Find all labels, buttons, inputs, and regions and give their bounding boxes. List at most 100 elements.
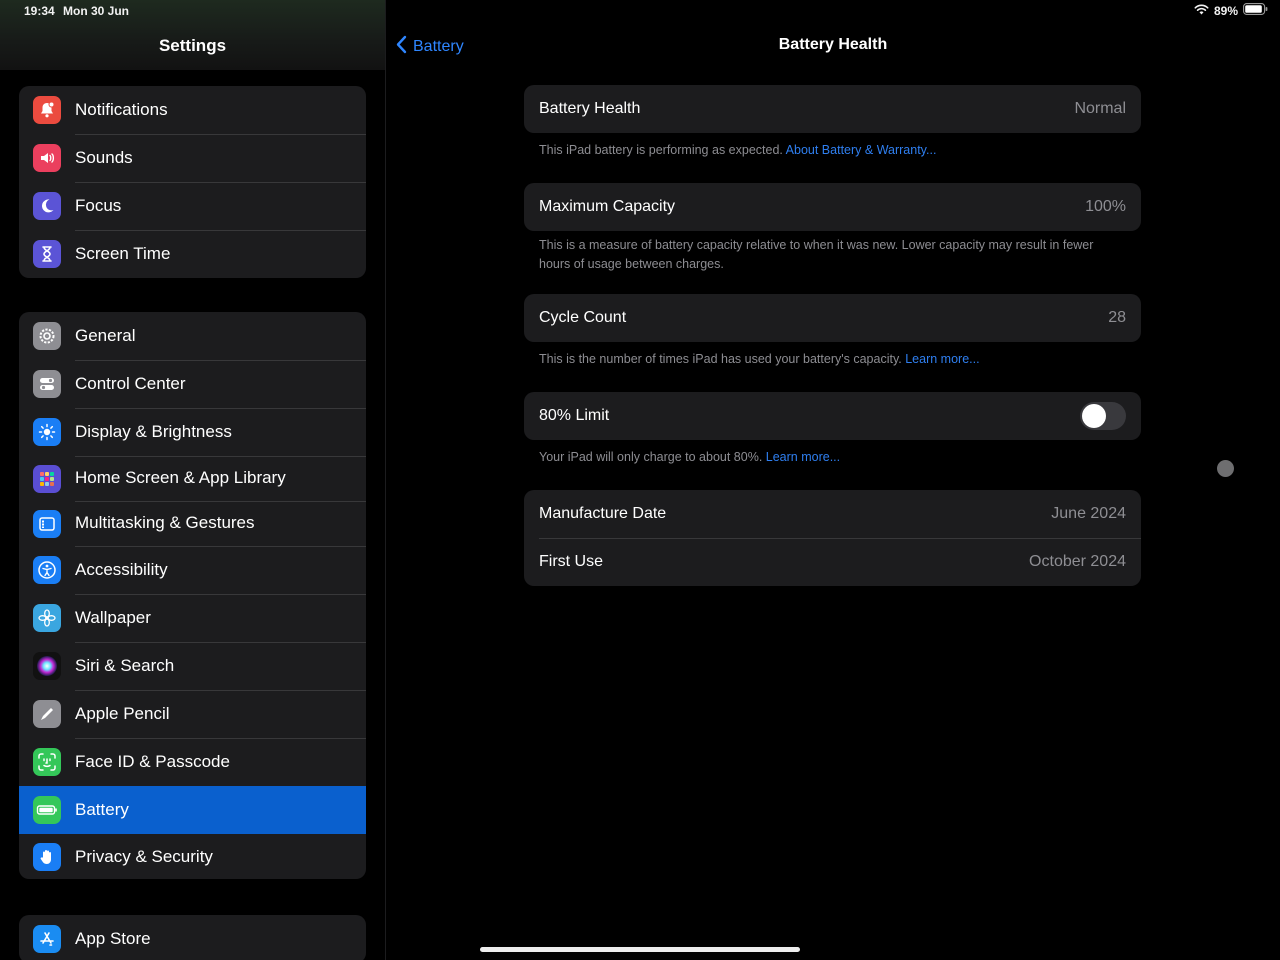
sidebar-item-label: Siri & Search	[75, 642, 366, 691]
sidebar-title: Settings	[158, 36, 227, 55]
sidebar-item-apple-pencil[interactable]: Apple Pencil	[19, 690, 366, 739]
sidebar-item-screen-time[interactable]: Screen Time	[19, 230, 366, 278]
cycle-count-footer: This is the number of times iPad has use…	[539, 350, 1119, 369]
row-value: October 2024	[1029, 553, 1126, 570]
faceid-icon	[33, 748, 61, 776]
battery-percent: 89%	[1213, 3, 1238, 18]
assistive-touch-dot[interactable]	[1217, 460, 1234, 477]
row-label: First Use	[539, 553, 603, 570]
battery-health-row: Battery Health Normal	[524, 85, 1141, 133]
page-title: Battery Health	[778, 36, 888, 53]
sidebar-item-notifications[interactable]: Notifications	[19, 86, 366, 135]
sidebar-item-label: Accessibility	[75, 546, 366, 595]
first-use-row: First Use October 2024	[524, 538, 1141, 586]
row-label: Battery Health	[539, 100, 641, 117]
limit-toggle[interactable]	[1080, 402, 1126, 430]
settings-group-3: App Store	[19, 915, 366, 960]
footer-text: Your iPad will only charge to about 80%.	[539, 450, 763, 464]
battery-icon	[33, 796, 61, 824]
cycle-count-card: Cycle Count 28	[524, 294, 1141, 342]
sidebar-item-focus[interactable]: Focus	[19, 182, 366, 231]
row-value: Normal	[1074, 100, 1126, 117]
sidebar-item-label: Control Center	[75, 360, 366, 409]
row-value: June 2024	[1051, 505, 1126, 522]
max-capacity-card: Maximum Capacity 100%	[524, 183, 1141, 231]
status-bar-right: 89%	[1194, 3, 1268, 18]
sidebar-item-label: Wallpaper	[75, 594, 366, 643]
bell-icon	[33, 96, 61, 124]
manufacture-date-row: Manufacture Date June 2024	[524, 490, 1141, 538]
toggles-icon	[33, 370, 61, 398]
max-capacity-footer: This is a measure of battery capacity re…	[539, 238, 1094, 271]
sidebar-item-label: Screen Time	[75, 244, 171, 263]
toggle-knob	[1082, 404, 1106, 428]
sidebar-item-label: Privacy & Security	[75, 846, 213, 866]
sidebar-item-face-id[interactable]: Face ID & Passcode	[19, 738, 366, 787]
hand-icon	[33, 842, 61, 871]
sidebar-item-label: Notifications	[75, 86, 366, 135]
cycle-learn-more-link[interactable]: Learn more...	[905, 352, 979, 366]
sidebar-item-sounds[interactable]: Sounds	[19, 134, 366, 183]
sidebar-item-label: Apple Pencil	[75, 690, 366, 739]
sidebar: 19:34 Mon 30 Jun Settings Notifications …	[0, 0, 386, 960]
battery-health-footer: This iPad battery is performing as expec…	[539, 141, 1119, 160]
sidebar-item-label: App Store	[75, 929, 151, 948]
settings-group-2: General Control Center Display & Brightn…	[19, 312, 366, 879]
sidebar-item-label: Home Screen & App Library	[75, 456, 366, 502]
sidebar-item-multitasking[interactable]: Multitasking & Gestures	[19, 501, 366, 547]
limit-card: 80% Limit	[524, 392, 1141, 440]
sidebar-item-label: Display & Brightness	[75, 408, 366, 457]
limit-learn-more-link[interactable]: Learn more...	[766, 450, 840, 464]
gear-icon	[33, 322, 61, 350]
max-capacity-row: Maximum Capacity 100%	[524, 183, 1141, 231]
sidebar-header: 19:34 Mon 30 Jun Settings	[0, 0, 385, 70]
hourglass-icon	[33, 240, 61, 268]
sidebar-item-app-store[interactable]: App Store	[19, 915, 366, 960]
home-indicator[interactable]	[480, 947, 800, 952]
row-label: Manufacture Date	[539, 505, 667, 522]
sidebar-item-accessibility[interactable]: Accessibility	[19, 546, 366, 595]
sidebar-item-general[interactable]: General	[19, 312, 366, 361]
speaker-icon	[33, 144, 61, 172]
sidebar-item-label: Sounds	[75, 134, 366, 183]
battery-health-card: Battery Health Normal	[524, 85, 1141, 133]
footer-text: This is the number of times iPad has use…	[539, 352, 902, 366]
sidebar-item-display-brightness[interactable]: Display & Brightness	[19, 408, 366, 457]
sidebar-item-label: Battery	[75, 800, 129, 819]
sidebar-item-home-screen[interactable]: Home Screen & App Library	[19, 456, 366, 502]
sidebar-item-privacy-security[interactable]: Privacy & Security	[19, 834, 366, 879]
sun-icon	[33, 418, 61, 446]
limit-footer: Your iPad will only charge to about 80%.…	[539, 448, 1119, 467]
siri-icon	[33, 652, 61, 680]
grid-icon	[33, 464, 61, 493]
dates-card: Manufacture Date June 2024 First Use Oct…	[524, 490, 1141, 586]
limit-row: 80% Limit	[524, 392, 1141, 440]
pencil-icon	[33, 700, 61, 728]
footer-text: This iPad battery is performing as expec…	[539, 143, 783, 157]
flower-icon	[33, 604, 61, 632]
sidebar-item-battery[interactable]: Battery	[19, 786, 366, 834]
sidebar-item-siri-search[interactable]: Siri & Search	[19, 642, 366, 691]
row-value: 100%	[1085, 198, 1126, 215]
row-label: Cycle Count	[539, 309, 627, 326]
row-label: Maximum Capacity	[539, 198, 676, 215]
status-date: Mon 30 Jun	[63, 4, 130, 18]
status-time: 19:34	[24, 4, 55, 18]
settings-group-1: Notifications Sounds Focus Screen Time	[19, 86, 366, 278]
about-battery-warranty-link[interactable]: About Battery & Warranty...	[786, 143, 937, 157]
status-battery-icon	[1243, 3, 1268, 18]
sidebar-item-label: General	[75, 312, 366, 361]
sidebar-item-control-center[interactable]: Control Center	[19, 360, 366, 409]
accessibility-icon	[33, 556, 61, 584]
detail-pane: 89% Battery Battery Health Battery Healt…	[386, 0, 1280, 960]
sidebar-item-label: Face ID & Passcode	[75, 738, 366, 787]
sidebar-item-label: Focus	[75, 182, 366, 231]
multitask-icon	[33, 509, 61, 538]
appstore-icon	[33, 925, 61, 953]
wifi-icon	[1194, 4, 1209, 18]
cycle-count-row: Cycle Count 28	[524, 294, 1141, 342]
row-label: 80% Limit	[539, 407, 610, 424]
sidebar-item-label: Multitasking & Gestures	[75, 501, 366, 547]
row-value: 28	[1108, 309, 1126, 326]
sidebar-item-wallpaper[interactable]: Wallpaper	[19, 594, 366, 643]
